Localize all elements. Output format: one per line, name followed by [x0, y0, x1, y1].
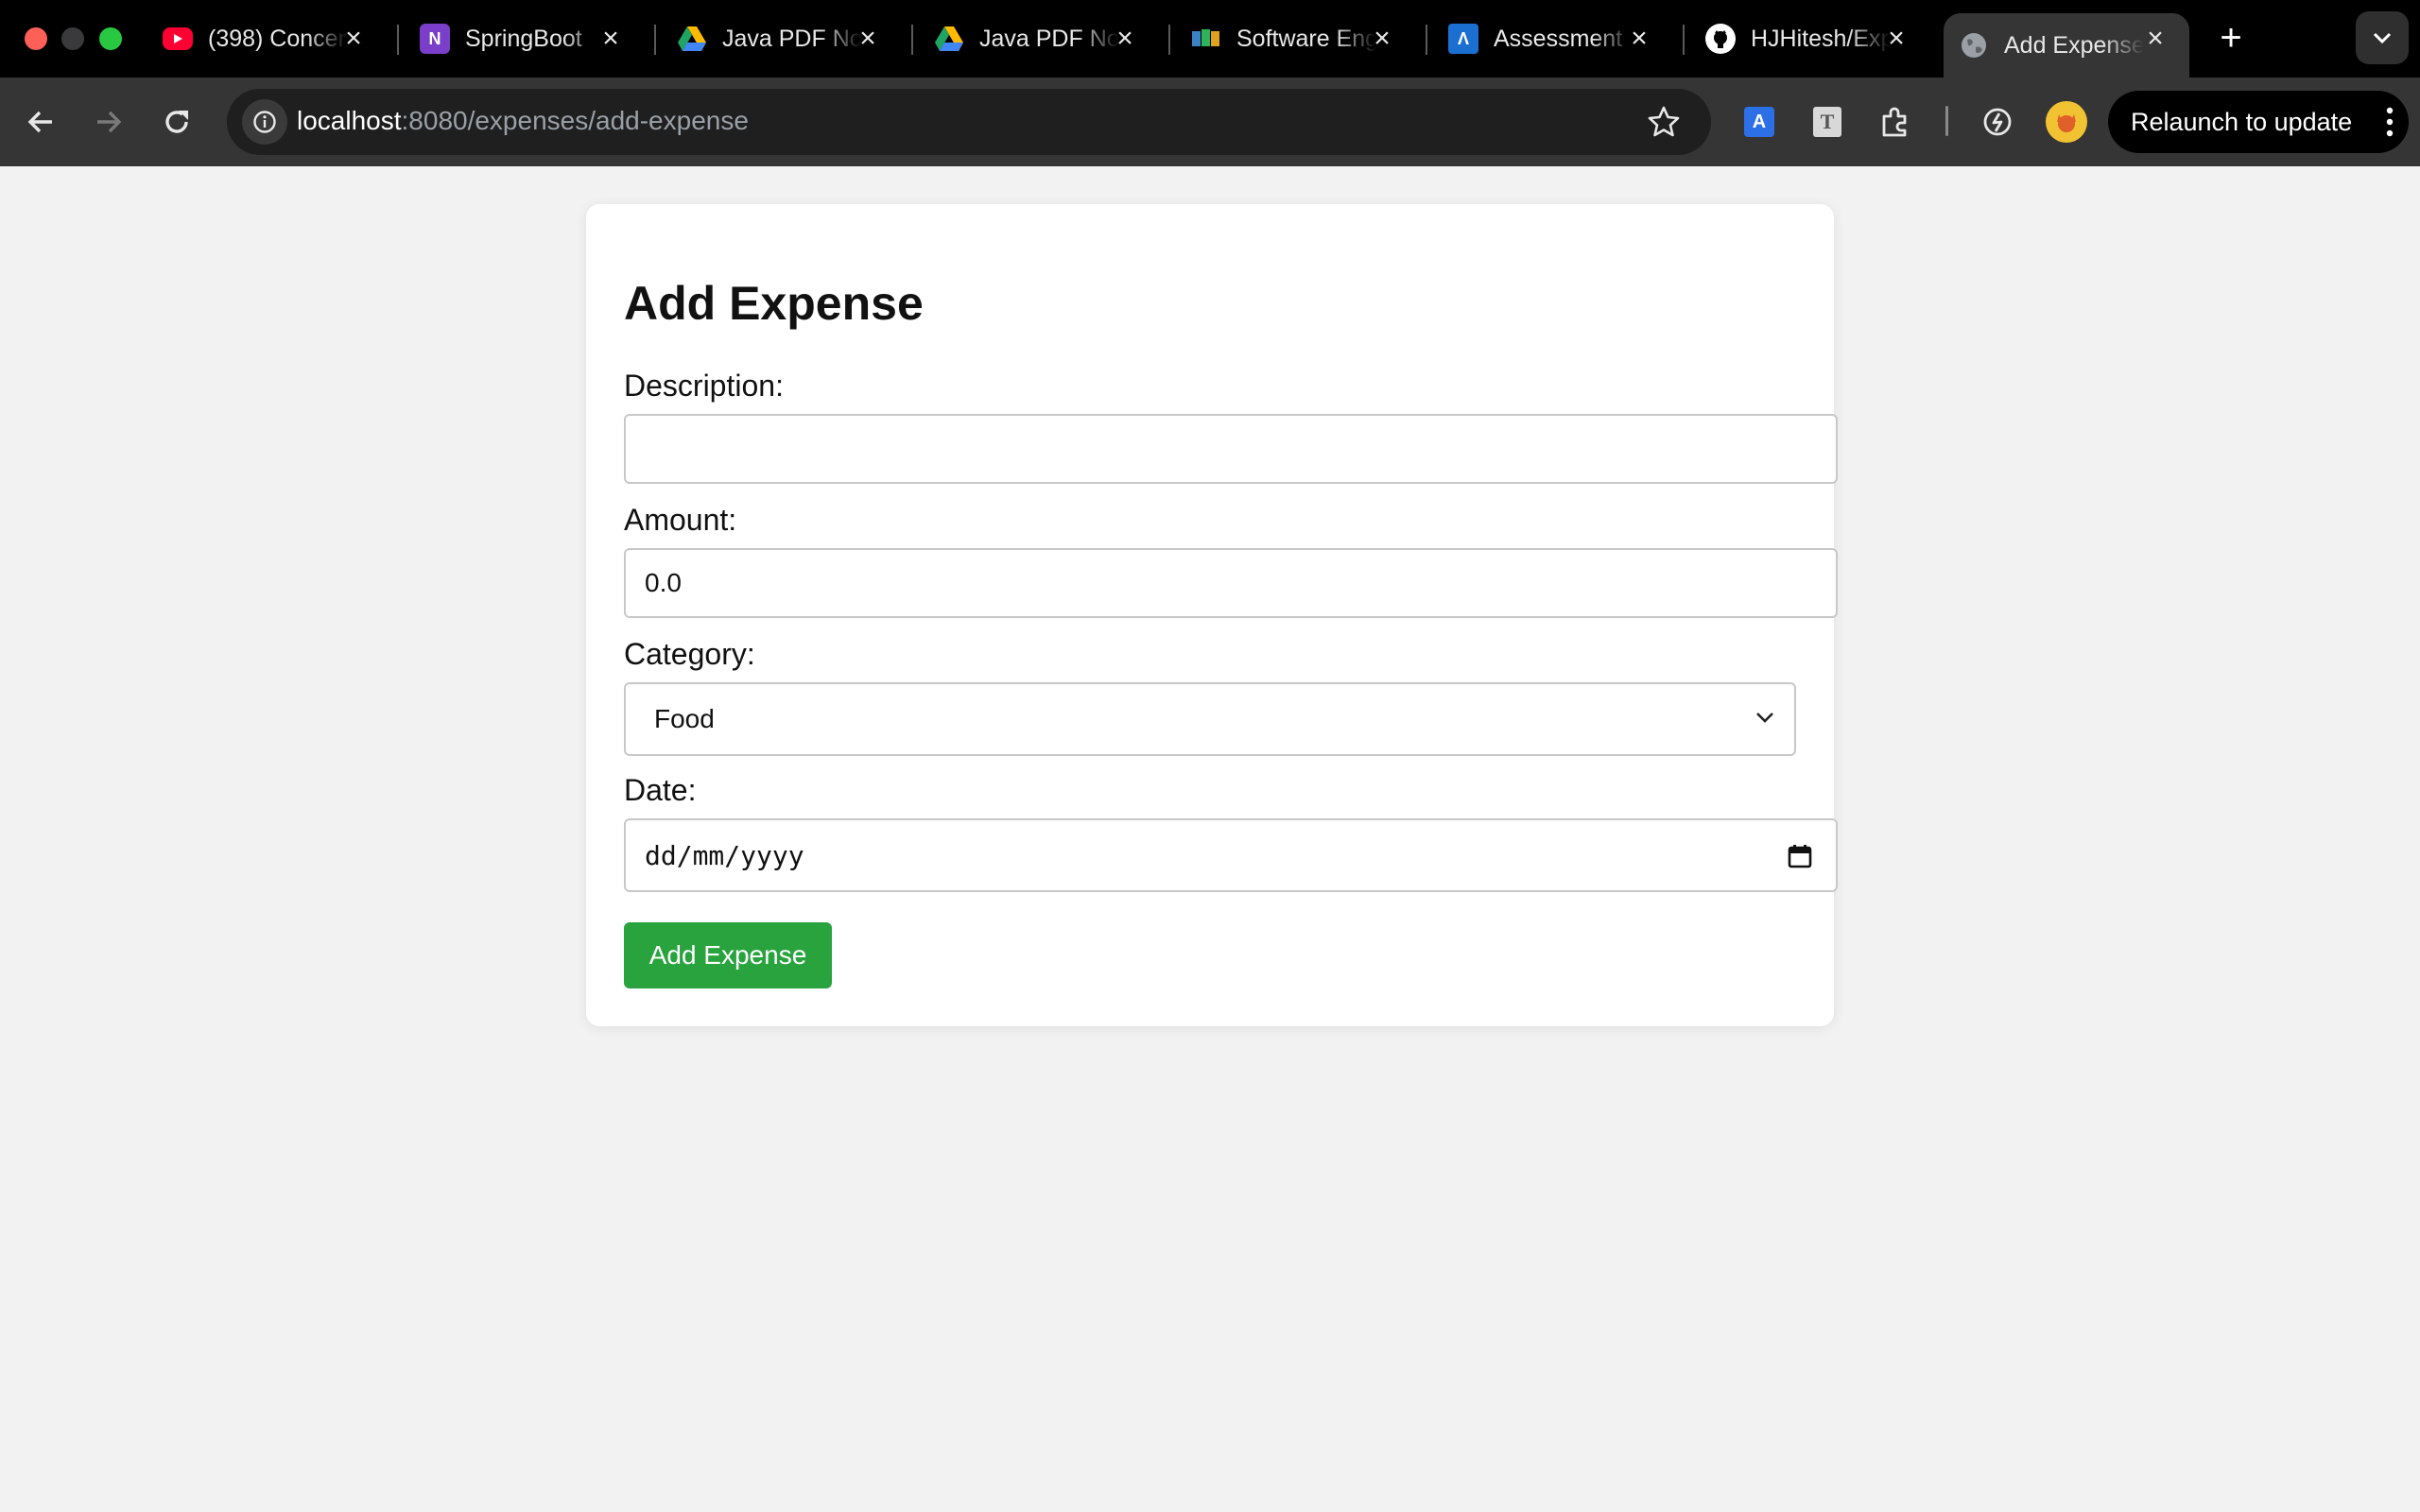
page-title: Add Expense [624, 277, 924, 330]
description-label: Description: [624, 369, 784, 403]
amount-label: Amount: [624, 503, 737, 537]
books-icon [1191, 24, 1221, 54]
window-close-button[interactable] [25, 27, 47, 50]
tab-close-icon[interactable]: × [340, 25, 367, 53]
extensions-puzzle-icon[interactable] [1874, 100, 1917, 144]
reload-icon [165, 111, 188, 133]
performance-icon[interactable] [1976, 100, 2019, 144]
tab-title: Java PDF Notes [722, 25, 862, 52]
tab-title: (398) Concentration [208, 25, 348, 52]
calendar-icon[interactable] [1787, 843, 1813, 869]
assessment-icon: Λ [1448, 24, 1478, 54]
date-label: Date: [624, 773, 697, 807]
browser-tab-software-eng[interactable]: Software Engineering × [1163, 13, 1416, 64]
tab-close-icon[interactable]: × [1626, 25, 1652, 53]
bookmark-star-icon[interactable] [1647, 105, 1681, 139]
amount-input[interactable]: 0.0 [624, 548, 1838, 618]
browser-tab-active[interactable]: Add Expense × [1944, 13, 2189, 77]
chevron-down-icon [1756, 713, 1773, 723]
chevron-down-icon [2373, 32, 2392, 44]
url-host: localhost [297, 106, 402, 135]
browser-tab-github[interactable]: HJHitesh/Expense × [1677, 13, 1930, 64]
youtube-icon [163, 27, 193, 50]
tab-close-icon[interactable]: × [1883, 25, 1910, 53]
google-drive-icon [677, 24, 707, 54]
window-minimize-button[interactable] [61, 27, 84, 50]
tab-close-icon[interactable]: × [855, 25, 881, 53]
toolbar-divider [1945, 106, 1948, 136]
text-extension-icon[interactable]: T [1806, 100, 1849, 144]
tab-strip: (398) Concentration × N SpringBoot × Jav… [0, 0, 2420, 77]
browser-tab-assessment[interactable]: Λ Assessment × [1420, 13, 1673, 64]
relaunch-label: Relaunch to update [2131, 107, 2353, 136]
tab-close-icon[interactable]: × [597, 25, 624, 53]
relaunch-to-update-button[interactable]: Relaunch to update [2108, 91, 2409, 153]
address-bar[interactable]: localhost:8080/expenses/add-expense [227, 89, 1711, 155]
back-button[interactable] [19, 100, 62, 144]
tab-close-icon[interactable]: × [2142, 25, 2169, 53]
tab-title: Add Expense [2004, 31, 2144, 59]
github-icon [1705, 24, 1736, 54]
add-expense-card: Add Expense Description: Amount: 0.0 Cat… [586, 204, 1838, 1026]
tab-title: Assessment [1494, 25, 1623, 52]
tab-search-button[interactable] [2356, 11, 2409, 64]
onenote-icon: N [420, 24, 450, 54]
add-expense-button[interactable]: Add Expense [624, 922, 832, 988]
description-input[interactable] [624, 414, 1838, 484]
reload-button[interactable] [155, 100, 199, 144]
category-label: Category: [624, 637, 755, 671]
translate-extension-icon[interactable]: A [1737, 100, 1781, 144]
google-drive-icon [934, 24, 964, 54]
more-vertical-icon [2386, 107, 2394, 137]
browser-tab-drive-2[interactable]: Java PDF Notes × [906, 13, 1159, 64]
site-info-icon[interactable] [242, 99, 287, 145]
browser-tab-drive-1[interactable]: Java PDF Notes × [648, 13, 902, 64]
url-text[interactable]: localhost:8080/expenses/add-expense [297, 106, 749, 136]
arrow-left-icon [27, 111, 52, 133]
category-selected-value: Food [654, 704, 715, 733]
new-tab-button[interactable]: + [2212, 19, 2250, 59]
date-input[interactable]: dd/mm/yyyy [624, 818, 1838, 892]
url-path: :8080/expenses/add-expense [401, 106, 749, 135]
profile-avatar[interactable] [2046, 101, 2087, 143]
tab-title: HJHitesh/Expense [1751, 25, 1891, 52]
category-select[interactable]: Food [624, 682, 1796, 756]
browser-tab-onenote[interactable]: N SpringBoot × [391, 13, 645, 64]
date-placeholder: dd/mm/yyyy [645, 839, 804, 871]
tab-close-icon[interactable]: × [1369, 25, 1395, 53]
tab-title: Java PDF Notes [979, 25, 1119, 52]
tab-title: SpringBoot [465, 25, 582, 52]
globe-icon [1959, 30, 1989, 60]
tab-close-icon[interactable]: × [1112, 25, 1138, 53]
browser-toolbar: localhost:8080/expenses/add-expense A T … [0, 77, 2420, 166]
arrow-right-icon [97, 111, 122, 133]
forward-button[interactable] [87, 100, 130, 144]
window-maximize-button[interactable] [99, 27, 122, 50]
tab-title: Software Engineering [1236, 25, 1376, 52]
browser-tab-youtube[interactable]: (398) Concentration × [134, 13, 388, 64]
